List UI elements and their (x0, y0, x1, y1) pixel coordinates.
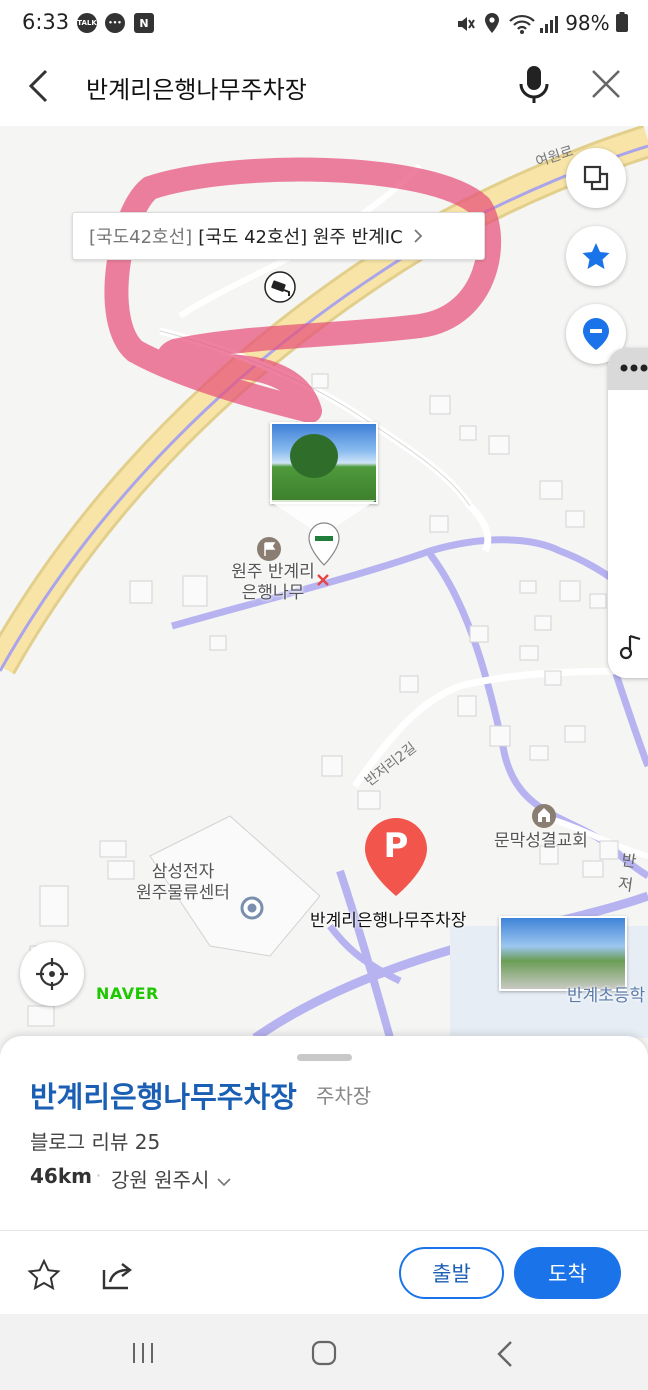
location-status-icon (485, 13, 499, 33)
home-icon[interactable] (311, 1340, 337, 1366)
talk-notification-icon: TALK (77, 13, 97, 33)
back-arrow-icon[interactable] (26, 68, 52, 104)
samsung-line2: 원주물류센터 (136, 883, 230, 903)
landmark-flag-icon (257, 537, 281, 561)
system-back-icon[interactable] (496, 1340, 514, 1368)
parking-place-label: 반계리은행나무주차장 (310, 911, 467, 931)
status-bar: 6:33 TALK ••• N 98% (0, 0, 648, 48)
system-nav-bar (0, 1314, 648, 1390)
address-text: 강원 원주시 (111, 1168, 210, 1192)
samsung-line1: 삼성전자 (151, 862, 215, 882)
samsung-center-label: 삼성전자 원주물류센터 (128, 862, 238, 904)
more-dots-icon[interactable] (620, 364, 648, 372)
mute-icon (458, 17, 475, 31)
place-title[interactable]: 반계리은행나무주차장 (30, 1074, 297, 1116)
blog-review-count[interactable]: 블로그 리뷰 25 (30, 1126, 160, 1155)
sheet-drag-handle[interactable] (297, 1054, 352, 1061)
chevron-down-icon (217, 1178, 231, 1187)
status-time: 6:33 (22, 10, 70, 34)
ic-info-tooltip[interactable]: [국도42호선] [국도 42호선] 원주 반계IC (72, 212, 485, 260)
sheet-divider (0, 1230, 648, 1231)
distance: 46km (30, 1164, 92, 1188)
church-icon (532, 804, 556, 828)
current-location-button[interactable] (20, 942, 84, 1006)
music-note-icon[interactable] (618, 632, 648, 662)
favorites-button[interactable] (566, 226, 626, 286)
map-view[interactable]: 여원로 [국도42호선] [국도 42호선] 원주 반계IC 원주 반계리 은행… (0, 126, 648, 1038)
signal-icon (540, 16, 558, 33)
arrive-button[interactable]: 도착 (514, 1247, 621, 1299)
star-filled-icon (582, 243, 610, 269)
street-photo-thumbnail[interactable] (499, 916, 627, 991)
naver-notification-icon: N (134, 13, 154, 33)
search-header: 반계리은행나무주차장 (0, 48, 648, 127)
battery-percent: 98% (565, 11, 628, 35)
poi-target-icon (240, 896, 264, 920)
tree-pin-icon[interactable] (307, 522, 341, 566)
ic-tooltip-prefix: [국도42호선] (89, 227, 193, 248)
road-label-right: 반저 (616, 850, 638, 895)
tree-canopy (290, 434, 338, 478)
separator-dot: · (96, 1166, 102, 1185)
clear-search-icon[interactable] (590, 68, 622, 100)
depart-button[interactable]: 출발 (399, 1247, 504, 1299)
school-label: 반계초등학 (567, 986, 646, 1006)
message-notification-icon: ••• (105, 13, 125, 33)
layers-icon (583, 165, 609, 191)
cctv-camera-icon[interactable] (264, 271, 296, 303)
poi-ginkgo-tree-label: 원주 반계리 은행나무 (218, 562, 328, 604)
search-query[interactable]: 반계리은행나무주차장 (86, 70, 307, 105)
battery-icon (616, 12, 628, 32)
church-label: 문막성결교회 (494, 831, 588, 851)
layers-button[interactable] (566, 148, 626, 208)
side-panel-header (608, 348, 648, 390)
share-icon[interactable] (100, 1258, 134, 1292)
address[interactable]: 강원 원주시 (111, 1164, 232, 1193)
place-category: 주차장 (316, 1084, 372, 1108)
side-panel[interactable] (608, 348, 648, 678)
wifi-icon (509, 14, 535, 34)
ic-tooltip-text: [국도 42호선] 원주 반계IC (198, 227, 403, 248)
tree-photo-thumbnail[interactable] (270, 422, 378, 504)
recent-apps-icon[interactable] (130, 1341, 156, 1365)
crosshair-icon (36, 958, 68, 990)
blue-pin-icon (583, 318, 609, 350)
poi-tree-line2: 은행나무 (241, 583, 305, 603)
poi-tree-line1: 원주 반계리 (231, 562, 315, 582)
red-annotation-scribble (104, 157, 502, 423)
parking-marker-letter: P (383, 826, 409, 866)
microphone-icon[interactable] (518, 64, 550, 106)
naver-logo: NAVER (96, 984, 159, 1003)
chevron-right-icon (414, 229, 422, 243)
star-outline-icon[interactable] (27, 1258, 61, 1292)
place-info-sheet[interactable]: 반계리은행나무주차장 주차장 블로그 리뷰 25 46km · 강원 원주시 출… (0, 1036, 648, 1314)
